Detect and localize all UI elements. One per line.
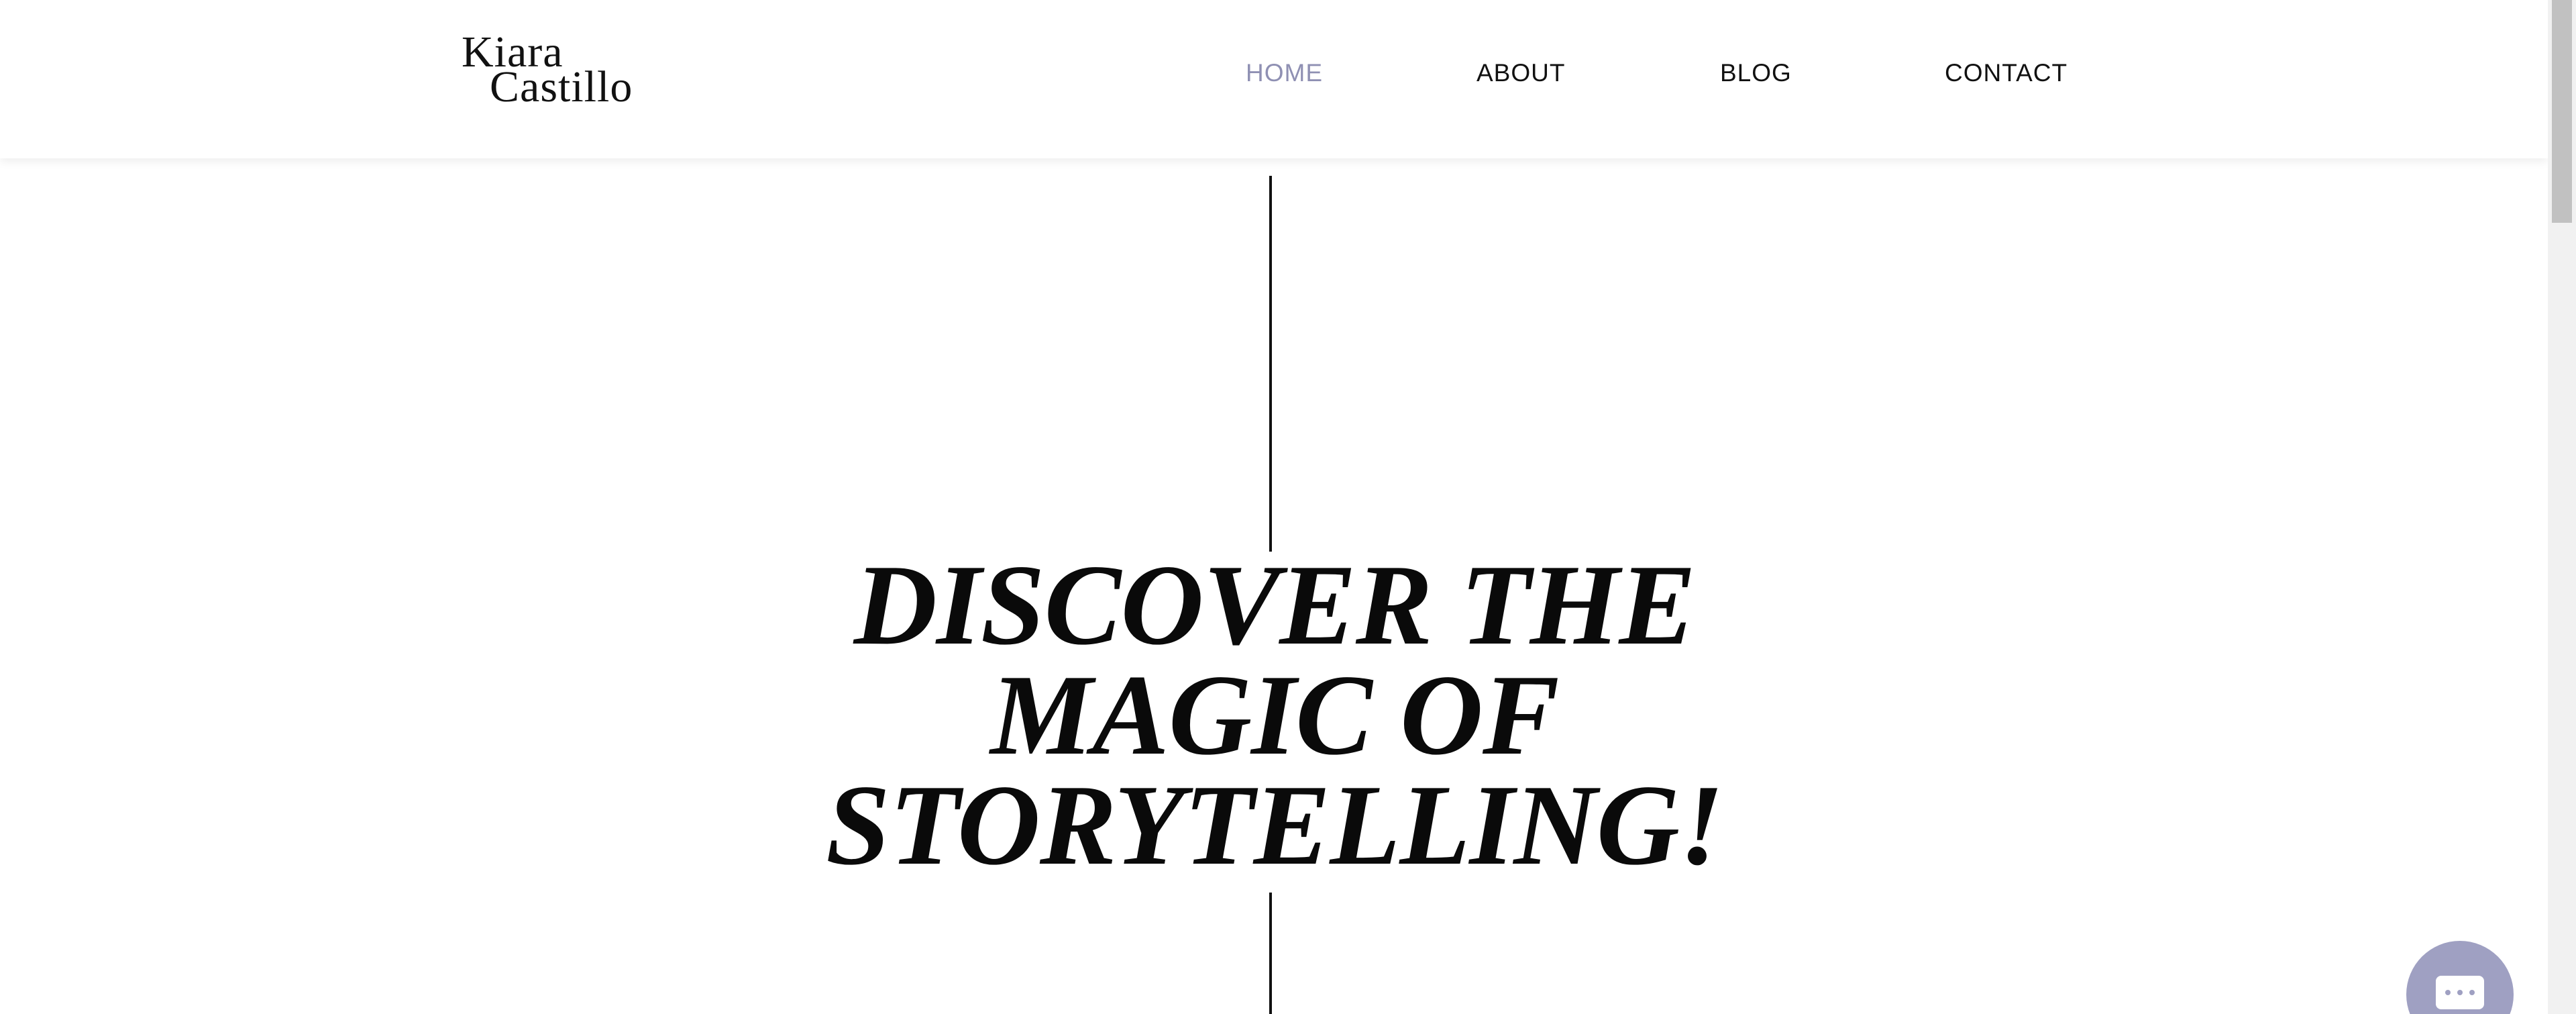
nav-item-about[interactable]: ABOUT	[1477, 59, 1565, 87]
main-nav: HOME ABOUT BLOG CONTACT	[0, 59, 2548, 93]
nav-item-contact[interactable]: CONTACT	[1945, 59, 2068, 87]
chat-button[interactable]	[2406, 941, 2514, 1014]
decorative-vertical-line-top	[1269, 176, 1272, 552]
chat-dot	[2445, 990, 2451, 995]
chat-dot	[2457, 990, 2463, 995]
hero-line-1: DISCOVER THE	[853, 542, 1696, 669]
site-header: Kiara Castillo HOME ABOUT BLOG CONTACT	[0, 0, 2548, 158]
chat-bubble-icon	[2436, 976, 2484, 1009]
hero-line-2: MAGIC OF	[990, 652, 1559, 779]
nav-item-home[interactable]: HOME	[1246, 59, 1323, 87]
hero-heading: DISCOVER THE MAGIC OF STORYTELLING!	[711, 542, 1838, 889]
hero-line-3: STORYTELLING!	[826, 762, 1724, 889]
nav-item-blog[interactable]: BLOG	[1720, 59, 1792, 87]
chat-dot	[2469, 990, 2475, 995]
decorative-vertical-line-bottom	[1269, 893, 1272, 1014]
page-scrollbar[interactable]	[2548, 0, 2576, 1014]
scrollbar-thumb[interactable]	[2552, 0, 2572, 223]
